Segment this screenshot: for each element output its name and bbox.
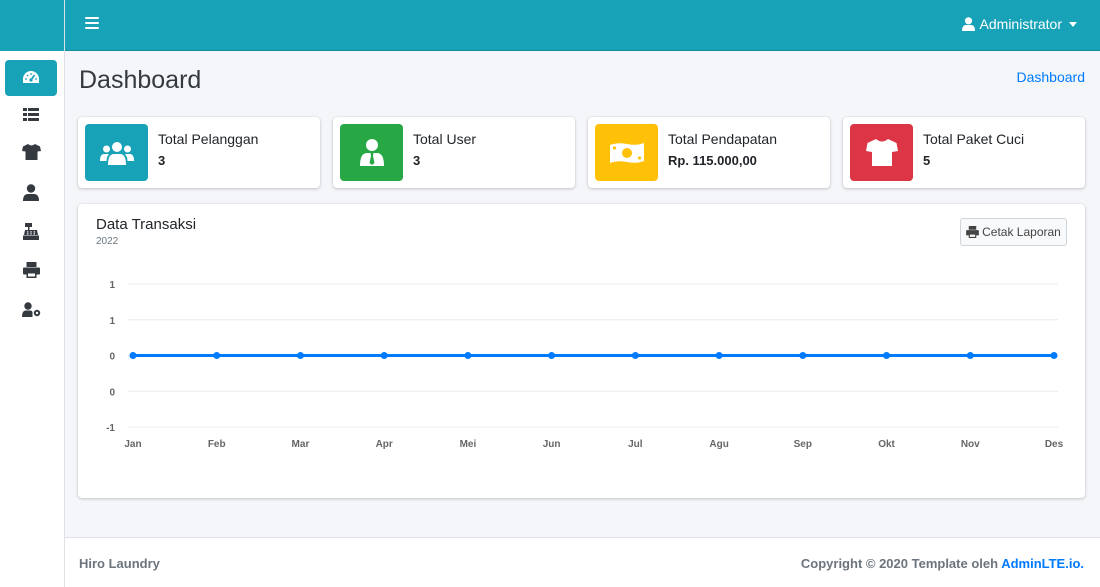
y-tick-label: -1 — [106, 423, 115, 434]
footer-adminlte-link[interactable]: AdminLTE.io. — [1001, 556, 1084, 571]
data-point — [799, 352, 807, 359]
info-box-value: Rp. 115.000,00 — [668, 153, 757, 168]
info-box-value: 5 — [923, 153, 931, 168]
footer-copyright: Copyright © 2020 Template oleh AdminLTE.… — [801, 556, 1084, 571]
y-tick-label: 0 — [109, 352, 115, 363]
info-box-label: Total Pendapatan — [668, 131, 777, 147]
info-icon-bg — [340, 124, 403, 181]
transaction-line-chart: 1 1 0 0 -1 Jan Feb Mar Apr Mei Jun Jul Agu Sep Okt Nov D… — [106, 280, 1064, 450]
info-box-pelanggan: Total Pelanggan 3 — [78, 117, 320, 188]
user-menu[interactable]: Administrator — [961, 16, 1077, 32]
data-point — [380, 352, 388, 359]
info-box-pendapatan: Total Pendapatan Rp. 115.000,00 — [588, 117, 830, 188]
list-icon — [23, 108, 39, 121]
tshirt-icon — [865, 139, 898, 166]
chevron-down-icon — [1069, 21, 1077, 27]
sidebar-item-dashboard[interactable] — [5, 60, 57, 96]
data-point — [296, 352, 304, 359]
y-tick-label: 0 — [109, 387, 115, 398]
user-cog-icon — [21, 301, 40, 317]
info-box-paket-cuci: Total Paket Cuci 5 — [843, 117, 1085, 188]
sidebar-item-user-setting[interactable] — [5, 291, 57, 327]
sidebar-item-paket[interactable] — [5, 134, 57, 170]
user-name: Administrator — [979, 16, 1062, 32]
sidebar-brand — [0, 0, 64, 51]
top-navbar: Administrator — [65, 0, 1100, 51]
sidebar-item-transaksi[interactable] — [5, 213, 57, 249]
data-point — [715, 352, 723, 359]
user-icon — [961, 17, 975, 31]
dashboard-icon — [23, 71, 39, 83]
x-tick-label: Jan — [124, 439, 141, 450]
x-tick-label: Jun — [543, 439, 561, 450]
data-point — [548, 352, 556, 359]
sidebar-item-laporan[interactable] — [5, 252, 57, 288]
info-icon-bg — [85, 124, 148, 181]
data-point — [1050, 352, 1058, 359]
info-box-label: Total Pelanggan — [158, 131, 259, 147]
data-point — [129, 352, 137, 359]
x-tick-label: Feb — [208, 439, 226, 450]
print-icon — [22, 262, 40, 278]
info-box-value: 3 — [158, 153, 166, 168]
sidebar-item-list[interactable] — [5, 97, 57, 133]
data-point — [631, 352, 639, 359]
y-tick-label: 1 — [109, 316, 115, 327]
footer: Hiro Laundry Copyright © 2020 Template o… — [65, 537, 1100, 587]
info-box-label: Total Paket Cuci — [923, 131, 1025, 147]
x-tick-label: Agu — [709, 439, 728, 450]
sidebar — [0, 0, 65, 587]
y-tick-label: 1 — [109, 280, 115, 291]
data-point — [213, 352, 221, 359]
menu-toggle-icon[interactable] — [85, 17, 99, 31]
user-icon — [23, 183, 39, 201]
page-title: Dashboard — [79, 66, 202, 94]
chart-card: Data Transaksi 2022 Cetak Laporan 1 1 0 0 -1… — [78, 204, 1085, 498]
data-point — [464, 352, 472, 359]
x-tick-label: Mar — [292, 439, 310, 450]
sidebar-item-pelanggan[interactable] — [5, 174, 57, 210]
footer-copyright-text: Copyright © 2020 Template oleh — [800, 556, 1002, 571]
info-box-user: Total User 3 — [333, 117, 575, 188]
data-point — [883, 352, 891, 359]
x-tick-label: Jul — [628, 439, 643, 450]
x-tick-label: Apr — [376, 439, 393, 450]
x-tick-label: Mei — [460, 439, 477, 450]
x-tick-label: Okt — [878, 439, 895, 450]
info-icon-bg — [850, 124, 913, 181]
money-bill-icon — [609, 142, 644, 163]
info-icon-bg — [595, 124, 658, 181]
cash-register-icon — [23, 222, 39, 240]
data-point — [966, 352, 974, 359]
footer-brand: Hiro Laundry — [79, 556, 160, 571]
info-box-value: 3 — [413, 153, 421, 168]
x-tick-label: Nov — [961, 439, 980, 450]
x-tick-label: Sep — [794, 439, 812, 450]
user-tie-icon — [359, 139, 384, 166]
tshirt-icon — [21, 144, 41, 160]
users-icon — [99, 141, 134, 165]
x-tick-label: Des — [1045, 439, 1064, 450]
breadcrumb-dashboard[interactable]: Dashboard — [1017, 69, 1086, 85]
info-box-label: Total User — [413, 131, 477, 147]
